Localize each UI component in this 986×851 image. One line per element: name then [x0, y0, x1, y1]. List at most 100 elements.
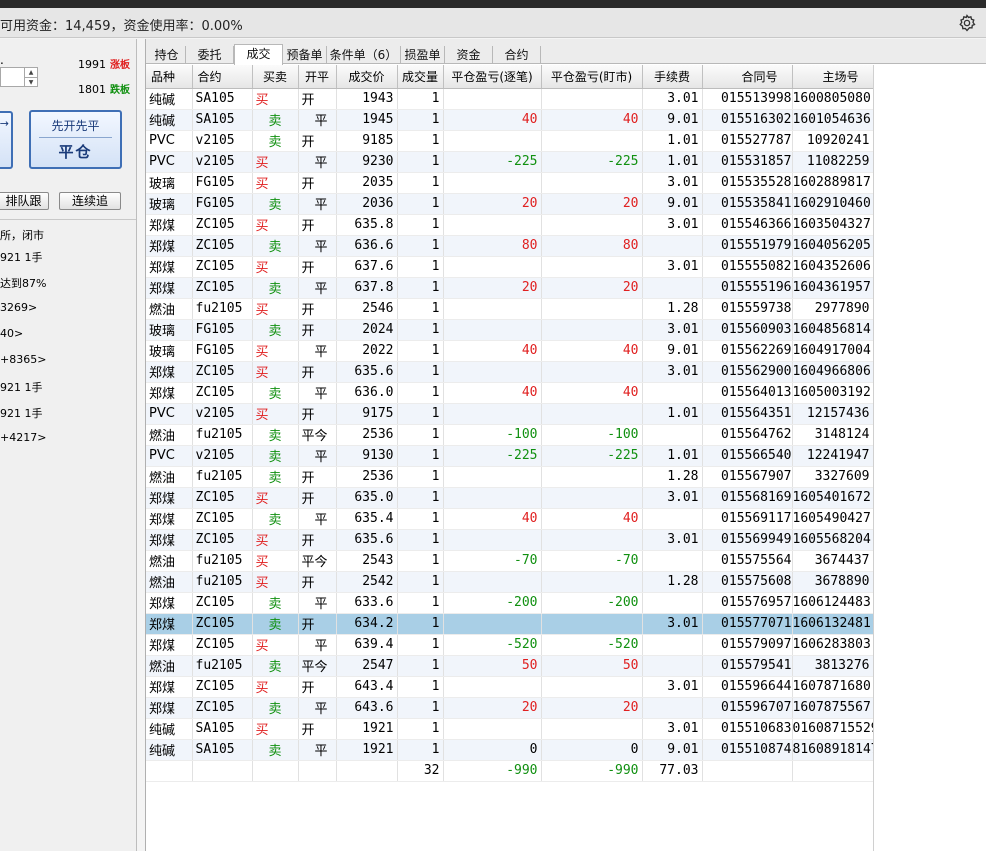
table-cell: 2022	[336, 340, 398, 362]
table-cell: 50	[541, 655, 643, 677]
table-cell	[443, 466, 542, 488]
queue-follow-button[interactable]: 排队跟	[0, 192, 49, 210]
table-cell: 2036	[336, 193, 398, 215]
column-header[interactable]: 合同号	[702, 65, 793, 89]
table-cell: 1	[397, 88, 444, 110]
tab-5[interactable]: 损盈单	[401, 46, 445, 64]
column-header[interactable]: 主场号	[792, 65, 874, 89]
table-cell: ZC105	[192, 487, 253, 509]
table-row[interactable]: PVC v2105 卖平 9130 1 -225 -225 1.01 015566540 1224…	[146, 445, 874, 467]
table-cell: 643.4	[336, 676, 398, 698]
table-cell: 开	[298, 403, 337, 425]
table-row[interactable]: 纯碱 SA105 买开 1921 1 3.01 015510683 01608715529	[146, 718, 874, 740]
table-row[interactable]: 燃油 fu2105 卖平今 2547 1 50 50 015579541 3813276	[146, 655, 874, 677]
table-cell: 1.28	[642, 466, 703, 488]
table-row[interactable]: 燃油 fu2105 买开 2542 1 1.28 015575608 3678890	[146, 571, 874, 593]
column-header[interactable]: 买卖	[252, 65, 299, 89]
stepper-down-icon[interactable]: ▼	[24, 77, 37, 86]
table-cell: ZC105	[192, 634, 253, 656]
table-cell: 1	[397, 277, 444, 299]
table-cell	[443, 676, 542, 698]
table-cell: 20	[541, 277, 643, 299]
table-row[interactable]: 燃油 fu2105 买平今 2543 1 -70 -70 015575564 3674437	[146, 550, 874, 572]
table-row[interactable]: 郑煤 ZC105 买开 635.6 1 3.01 015569949 1605568204	[146, 529, 874, 551]
table-row[interactable]: 郑煤 ZC105 卖平 633.6 1 -200 -200 015576957 16061244…	[146, 592, 874, 614]
table-cell: 卖	[252, 109, 299, 131]
table-cell: 郑煤	[146, 613, 193, 635]
table-row[interactable]: 郑煤 ZC105 买开 635.8 1 3.01 015546366 1603504327	[146, 214, 874, 236]
table-row[interactable]: 燃油 fu2105 买开 2546 1 1.28 015559738 2977890	[146, 298, 874, 320]
table-row[interactable]: 郑煤 ZC105 卖平 635.4 1 40 40 015569117 1605490427	[146, 508, 874, 530]
table-row[interactable]: 郑煤 ZC105 买平 639.4 1 -520 -520 015579097 16062838…	[146, 634, 874, 656]
quantity-stepper[interactable]: ▲ ▼	[0, 67, 38, 87]
table-cell: 买	[252, 676, 299, 698]
table-cell: 郑煤	[146, 235, 193, 257]
tab-6[interactable]: 资金	[445, 46, 493, 64]
column-header[interactable]: 平仓盈亏(盯市)	[541, 65, 643, 89]
tab-0[interactable]: 持仓	[148, 46, 186, 64]
table-row[interactable]: PVC v2105 买平 9230 1 -225 -225 1.01 015531857 1108…	[146, 151, 874, 173]
table-row[interactable]: PVC v2105 买开 9175 1 1.01 015564351 12157436	[146, 403, 874, 425]
table-row[interactable]: 燃油 fu2105 卖平今 2536 1 -100 -100 015564762 3148124	[146, 424, 874, 446]
table-row[interactable]: 纯碱 SA105 买开 1943 1 3.01 015513998 1600805080	[146, 88, 874, 110]
table-cell: -200	[541, 592, 643, 614]
table-cell: 1	[397, 172, 444, 194]
tab-4[interactable]: 条件单（6）	[327, 46, 401, 64]
table-row[interactable]: 郑煤 ZC105 卖平 643.6 1 20 20 015596707 1607875567	[146, 697, 874, 719]
table-row[interactable]: 郑煤 ZC105 卖开 634.2 1 3.01 015577071 1606132481	[146, 613, 874, 635]
table-cell: 015577071	[702, 613, 793, 635]
table-cell: 1604856814	[792, 319, 874, 341]
column-header[interactable]: 成交量	[397, 65, 444, 89]
column-header[interactable]: 开平	[298, 65, 337, 89]
table-row[interactable]: 郑煤 ZC105 卖平 636.6 1 80 80 015551979 1604056205	[146, 235, 874, 257]
table-row[interactable]: 郑煤 ZC105 卖平 637.8 1 20 20 015555196 1604361957	[146, 277, 874, 299]
column-header[interactable]: 成交价	[336, 65, 398, 89]
chase-button[interactable]: 连续追	[59, 192, 121, 210]
table-cell: 1.01	[642, 130, 703, 152]
table-row[interactable]: 郑煤 ZC105 买开 635.6 1 3.01 015562900 1604966806	[146, 361, 874, 383]
tab-3[interactable]: 预备单	[283, 46, 327, 64]
table-row[interactable]: 燃油 fu2105 卖开 2536 1 1.28 015567907 3327609	[146, 466, 874, 488]
close-position-button[interactable]: 先开先平 平仓	[29, 110, 122, 169]
table-row[interactable]: 玻璃 FG105 卖开 2024 1 3.01 015560903 1604856814	[146, 319, 874, 341]
stepper-up-icon[interactable]: ▲	[24, 68, 37, 77]
table-cell: 开	[298, 718, 337, 740]
tab-2[interactable]: 成交	[234, 44, 283, 65]
table-cell: 平今	[298, 655, 337, 677]
table-cell: 643.6	[336, 697, 398, 719]
table-cell: 开	[298, 361, 337, 383]
table-cell: 633.6	[336, 592, 398, 614]
table-row[interactable]: 纯碱 SA105 卖平 1921 1 0 0 9.01 015510874 81608918147	[146, 739, 874, 761]
table-cell: ZC105	[192, 508, 253, 530]
tab-1[interactable]: 委托	[186, 46, 234, 64]
table-row[interactable]: 玻璃 FG105 买平 2022 1 40 40 9.01 015562269 160491700…	[146, 340, 874, 362]
table-row[interactable]: 郑煤 ZC105 买开 635.0 1 3.01 015568169 1605401672	[146, 487, 874, 509]
column-header[interactable]: 平仓盈亏(逐笔)	[443, 65, 542, 89]
gear-icon[interactable]	[958, 14, 976, 32]
table-cell: fu2105	[192, 571, 253, 593]
table-row[interactable]: 纯碱 SA105 卖平 1945 1 40 40 9.01 015516302 160105463…	[146, 109, 874, 131]
column-header[interactable]: 手续费	[642, 65, 703, 89]
side-order-button[interactable]: →	[0, 111, 13, 169]
table-row[interactable]: 玻璃 FG105 卖平 2036 1 20 20 9.01 015535841 160291046…	[146, 193, 874, 215]
table-cell: 1607875567	[792, 697, 874, 719]
table-row[interactable]: 郑煤 ZC105 买开 643.4 1 3.01 015596644 1607871680	[146, 676, 874, 698]
table-cell: ZC105	[192, 382, 253, 404]
table-cell: 买	[252, 550, 299, 572]
table-cell: 50	[443, 655, 542, 677]
table-cell: 1601054636	[792, 109, 874, 131]
column-header[interactable]: 合约	[192, 65, 253, 89]
tab-7[interactable]: 合约	[493, 46, 541, 64]
table-cell: 买	[252, 487, 299, 509]
table-cell: 635.6	[336, 361, 398, 383]
column-header[interactable]: 品种	[146, 65, 193, 89]
table-row[interactable]: 郑煤 ZC105 卖平 636.0 1 40 40 015564013 1605003192	[146, 382, 874, 404]
table-cell: 1600805080	[792, 88, 874, 110]
table-row[interactable]: 郑煤 ZC105 买开 637.6 1 3.01 015555082 1604352606	[146, 256, 874, 278]
table-row[interactable]: 玻璃 FG105 买开 2035 1 3.01 015535528 1602889817	[146, 172, 874, 194]
table-row[interactable]: PVC v2105 卖开 9185 1 1.01 015527787 10920241	[146, 130, 874, 152]
table-cell	[642, 424, 703, 446]
message-line: 921 1手	[0, 251, 43, 264]
table-cell: ZC105	[192, 592, 253, 614]
table-cell: 20	[541, 193, 643, 215]
